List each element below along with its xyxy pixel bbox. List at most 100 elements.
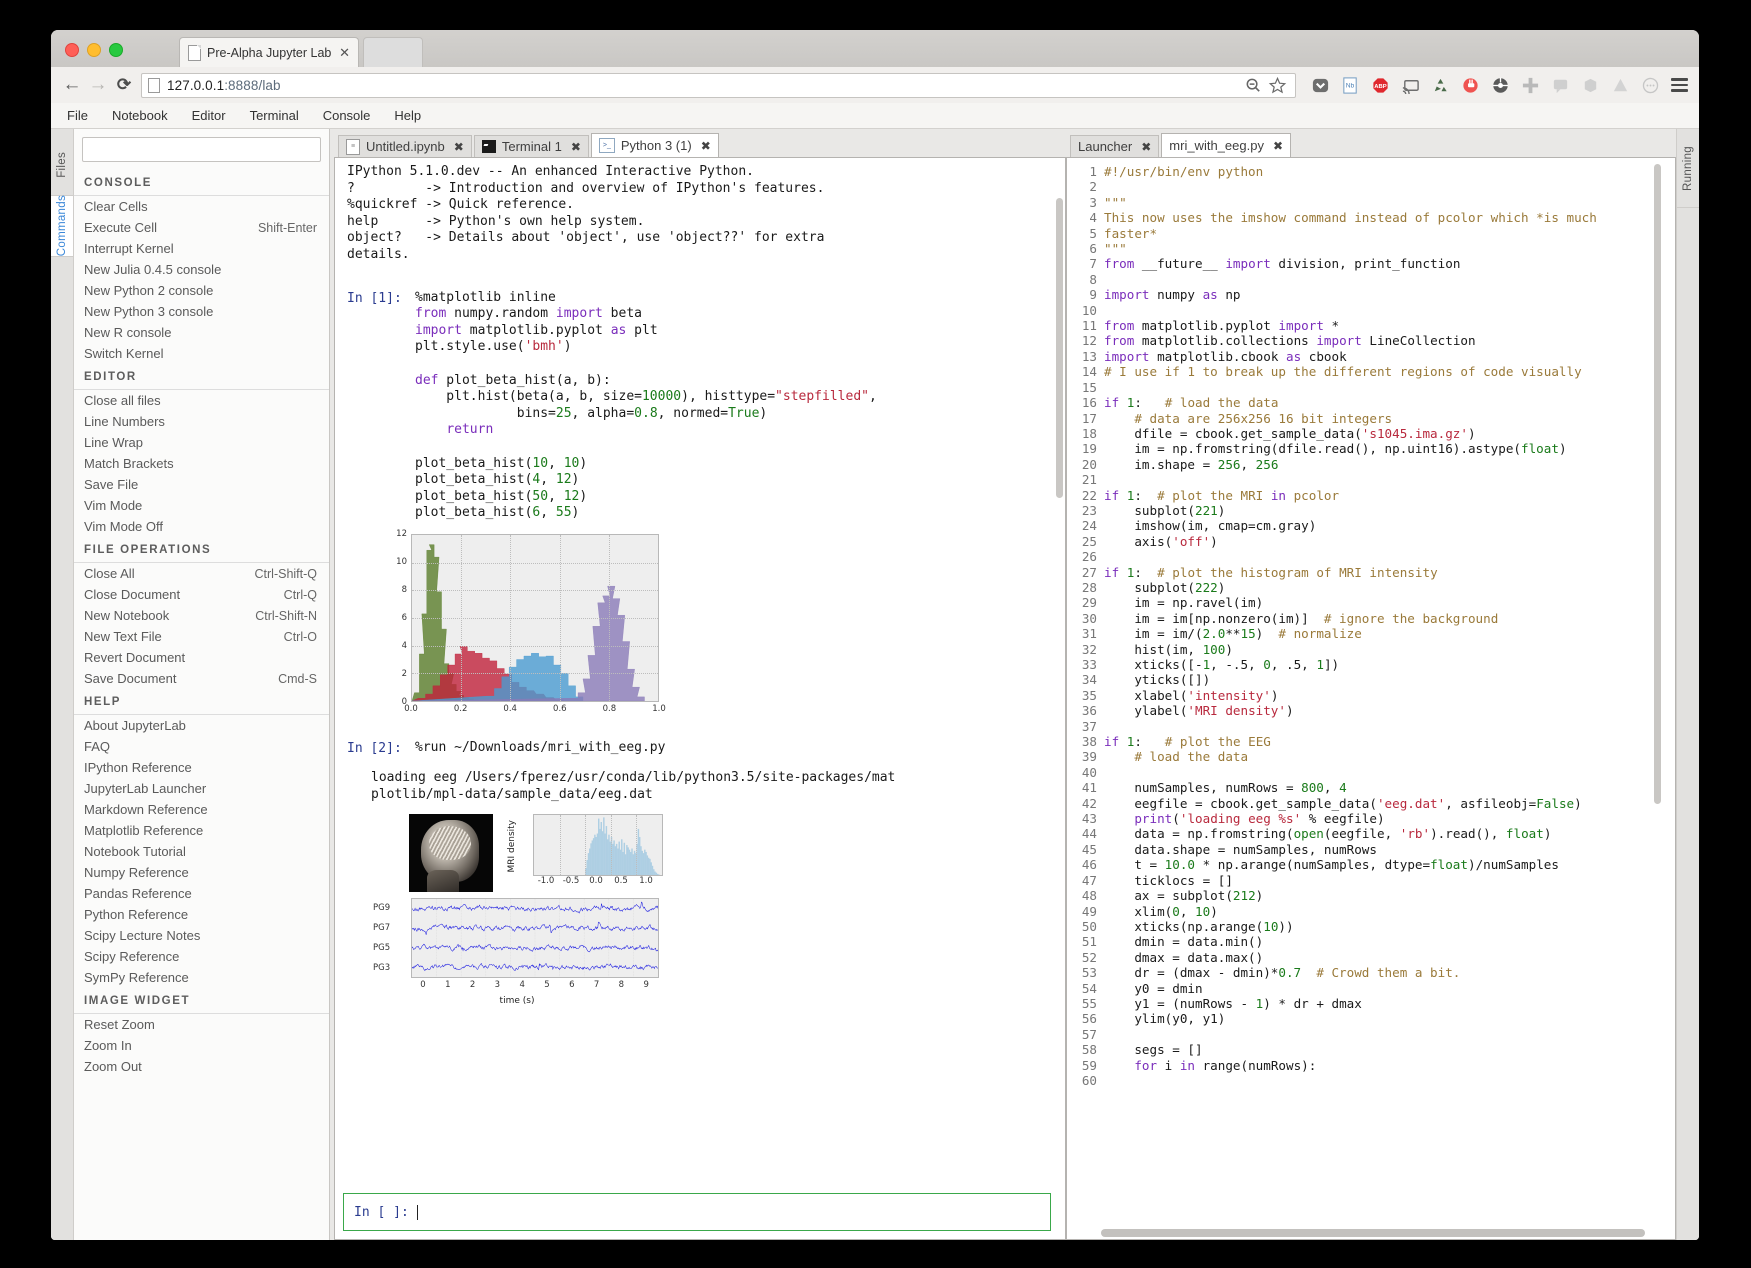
reload-icon[interactable]: ⟳ [111, 75, 137, 95]
code-line[interactable]: 52 dmax = data.max() [1067, 949, 1675, 966]
command-item[interactable]: Close Document Ctrl-Q [74, 584, 329, 605]
evernote-icon[interactable] [1581, 76, 1600, 95]
command-item[interactable]: Revert Document [74, 647, 329, 668]
code-line[interactable]: 36 ylabel('MRI density') [1067, 703, 1675, 719]
sidebar-tab-commands[interactable]: Commands [51, 195, 73, 257]
command-item[interactable]: Vim Mode [74, 495, 329, 516]
code-line[interactable]: 19 im = np.fromstring(dfile.read(), np.u… [1067, 441, 1675, 457]
address-bar[interactable]: 127.0.0.1:8888/lab [141, 72, 1296, 98]
code-line[interactable]: 26 [1067, 549, 1675, 565]
code-line[interactable]: 38 if 1: # plot the EEG [1067, 734, 1675, 750]
code-line[interactable]: 58 segs = [] [1067, 1042, 1675, 1058]
command-item[interactable]: Python Reference [74, 904, 329, 925]
command-item[interactable]: Scipy Reference [74, 946, 329, 967]
console-scrollbar[interactable] [1056, 198, 1063, 498]
command-item[interactable]: Reset Zoom [74, 1014, 329, 1035]
search-minus-icon[interactable] [1244, 76, 1263, 95]
menu-console[interactable]: Console [323, 108, 371, 123]
close-icon[interactable]: ✖ [454, 140, 464, 154]
code-line[interactable]: 16 if 1: # load the data [1067, 395, 1675, 411]
close-icon[interactable]: ✖ [571, 140, 581, 154]
code-line[interactable]: 22 if 1: # plot the MRI in pcolor [1067, 487, 1675, 503]
command-item[interactable]: Line Numbers [74, 411, 329, 432]
minimize-window-button[interactable] [87, 43, 101, 57]
close-window-button[interactable] [65, 43, 79, 57]
command-item[interactable]: Execute Cell Shift-Enter [74, 217, 329, 238]
back-icon[interactable]: ← [59, 74, 85, 96]
command-item[interactable]: Save Document Cmd-S [74, 668, 329, 689]
command-item[interactable]: Close all files [74, 390, 329, 411]
menu-terminal[interactable]: Terminal [250, 108, 299, 123]
code-line[interactable]: 23 subplot(221) [1067, 502, 1675, 519]
cell-source[interactable]: %run ~/Downloads/mri_with_eeg.py [415, 740, 665, 757]
command-item[interactable]: New Python 2 console [74, 280, 329, 301]
pocket-icon[interactable] [1311, 76, 1330, 95]
code-line[interactable]: 60 [1067, 1072, 1675, 1089]
adblock-icon[interactable]: ABP [1371, 76, 1390, 95]
menu-editor[interactable]: Editor [192, 108, 226, 123]
editor-scrollbar[interactable] [1654, 164, 1661, 804]
code-line[interactable]: 39 # load the data [1067, 749, 1675, 765]
close-icon[interactable]: ✖ [1273, 139, 1283, 153]
code-line[interactable]: 14 # I use if 1 to break up the different… [1067, 364, 1675, 380]
code-line[interactable]: 17 # data are 256x256 16 bit integers [1067, 410, 1675, 426]
code-line[interactable]: 40 [1067, 764, 1675, 781]
code-line[interactable]: 50 xticks(np.arange(10)) [1067, 918, 1675, 935]
command-item[interactable]: Markdown Reference [74, 799, 329, 820]
tab-untitled-notebook[interactable]: ≡ Untitled.ipynb ✖ [338, 135, 472, 157]
star-icon[interactable] [1268, 76, 1287, 95]
code-line[interactable]: 25 axis('off') [1067, 533, 1675, 550]
command-item[interactable]: About JupyterLab [74, 715, 329, 736]
code-line[interactable]: 2 [1067, 179, 1675, 195]
code-line[interactable]: 53 dr = (dmax - dmin)*0.7 # Crowd them a… [1067, 965, 1675, 981]
code-line[interactable]: 10 [1067, 302, 1675, 319]
code-line[interactable]: 7 from __future__ import division, print_… [1067, 256, 1675, 272]
command-item[interactable]: New Text File Ctrl-O [74, 626, 329, 647]
code-line[interactable]: 18 dfile = cbook.get_sample_data('s1045.… [1067, 425, 1675, 442]
code-line[interactable]: 3 """ [1067, 194, 1675, 211]
code-line[interactable]: 31 im = im/(2.0**15) # normalize [1067, 626, 1675, 642]
code-line[interactable]: 29 im = np.ravel(im) [1067, 595, 1675, 611]
code-line[interactable]: 33 xticks([-1, -.5, 0, .5, 1]) [1067, 657, 1675, 673]
code-line[interactable]: 21 [1067, 472, 1675, 488]
close-icon[interactable]: ✖ [701, 139, 711, 153]
tab-launcher[interactable]: Launcher ✖ [1070, 135, 1160, 157]
menu-notebook[interactable]: Notebook [112, 108, 168, 123]
code-line[interactable]: 8 [1067, 271, 1675, 288]
command-search-input[interactable] [82, 137, 321, 162]
code-line[interactable]: 41 numSamples, numRows = 800, 4 [1067, 780, 1675, 796]
command-item[interactable]: Line Wrap [74, 432, 329, 453]
code-line[interactable]: 46 t = 10.0 * np.arange(numSamples, dtyp… [1067, 857, 1675, 873]
code-line[interactable]: 47 ticklocs = [] [1067, 872, 1675, 889]
code-line[interactable]: 28 subplot(222) [1067, 579, 1675, 596]
code-line[interactable]: 20 im.shape = 256, 256 [1067, 456, 1675, 473]
plug-icon[interactable] [1461, 76, 1480, 95]
code-line[interactable]: 15 [1067, 379, 1675, 396]
command-item[interactable]: Close All Ctrl-Shift-Q [74, 563, 329, 584]
browser-menu-icon[interactable] [1671, 75, 1688, 95]
code-line[interactable]: 55 y1 = (numRows - 1) * dr + dmax [1067, 995, 1675, 1012]
code-line[interactable]: 37 [1067, 718, 1675, 735]
code-line[interactable]: 45 data.shape = numSamples, numRows [1067, 841, 1675, 858]
command-item[interactable]: Scipy Lecture Notes [74, 925, 329, 946]
browser-tab-placeholder[interactable] [363, 37, 423, 67]
command-item[interactable]: SymPy Reference [74, 967, 329, 988]
code-line[interactable]: 5 faster* [1067, 225, 1675, 242]
forward-icon[interactable]: → [85, 74, 111, 96]
command-item[interactable]: Numpy Reference [74, 862, 329, 883]
tab-terminal-1[interactable]: Terminal 1 ✖ [473, 135, 589, 157]
code-line[interactable]: 48 ax = subplot(212) [1067, 888, 1675, 904]
code-line[interactable]: 56 ylim(y0, y1) [1067, 1011, 1675, 1027]
code-line[interactable]: 44 data = np.fromstring(open(eegfile, 'r… [1067, 826, 1675, 842]
tab-python-3-console[interactable]: >_ Python 3 (1) ✖ [590, 133, 719, 157]
command-item[interactable]: New Julia 0.4.5 console [74, 259, 329, 280]
code-line[interactable]: 24 imshow(im, cmap=cm.gray) [1067, 518, 1675, 534]
command-item[interactable]: Switch Kernel [74, 343, 329, 364]
command-item[interactable]: Interrupt Kernel [74, 238, 329, 259]
command-item[interactable]: JupyterLab Launcher [74, 778, 329, 799]
console-input-cell[interactable]: In [ ]: [343, 1193, 1051, 1231]
code-line[interactable]: 49 xlim(0, 10) [1067, 903, 1675, 919]
add-icon[interactable] [1521, 76, 1540, 95]
recycle-icon[interactable] [1431, 76, 1450, 95]
code-line[interactable]: 6 """ [1067, 241, 1675, 257]
